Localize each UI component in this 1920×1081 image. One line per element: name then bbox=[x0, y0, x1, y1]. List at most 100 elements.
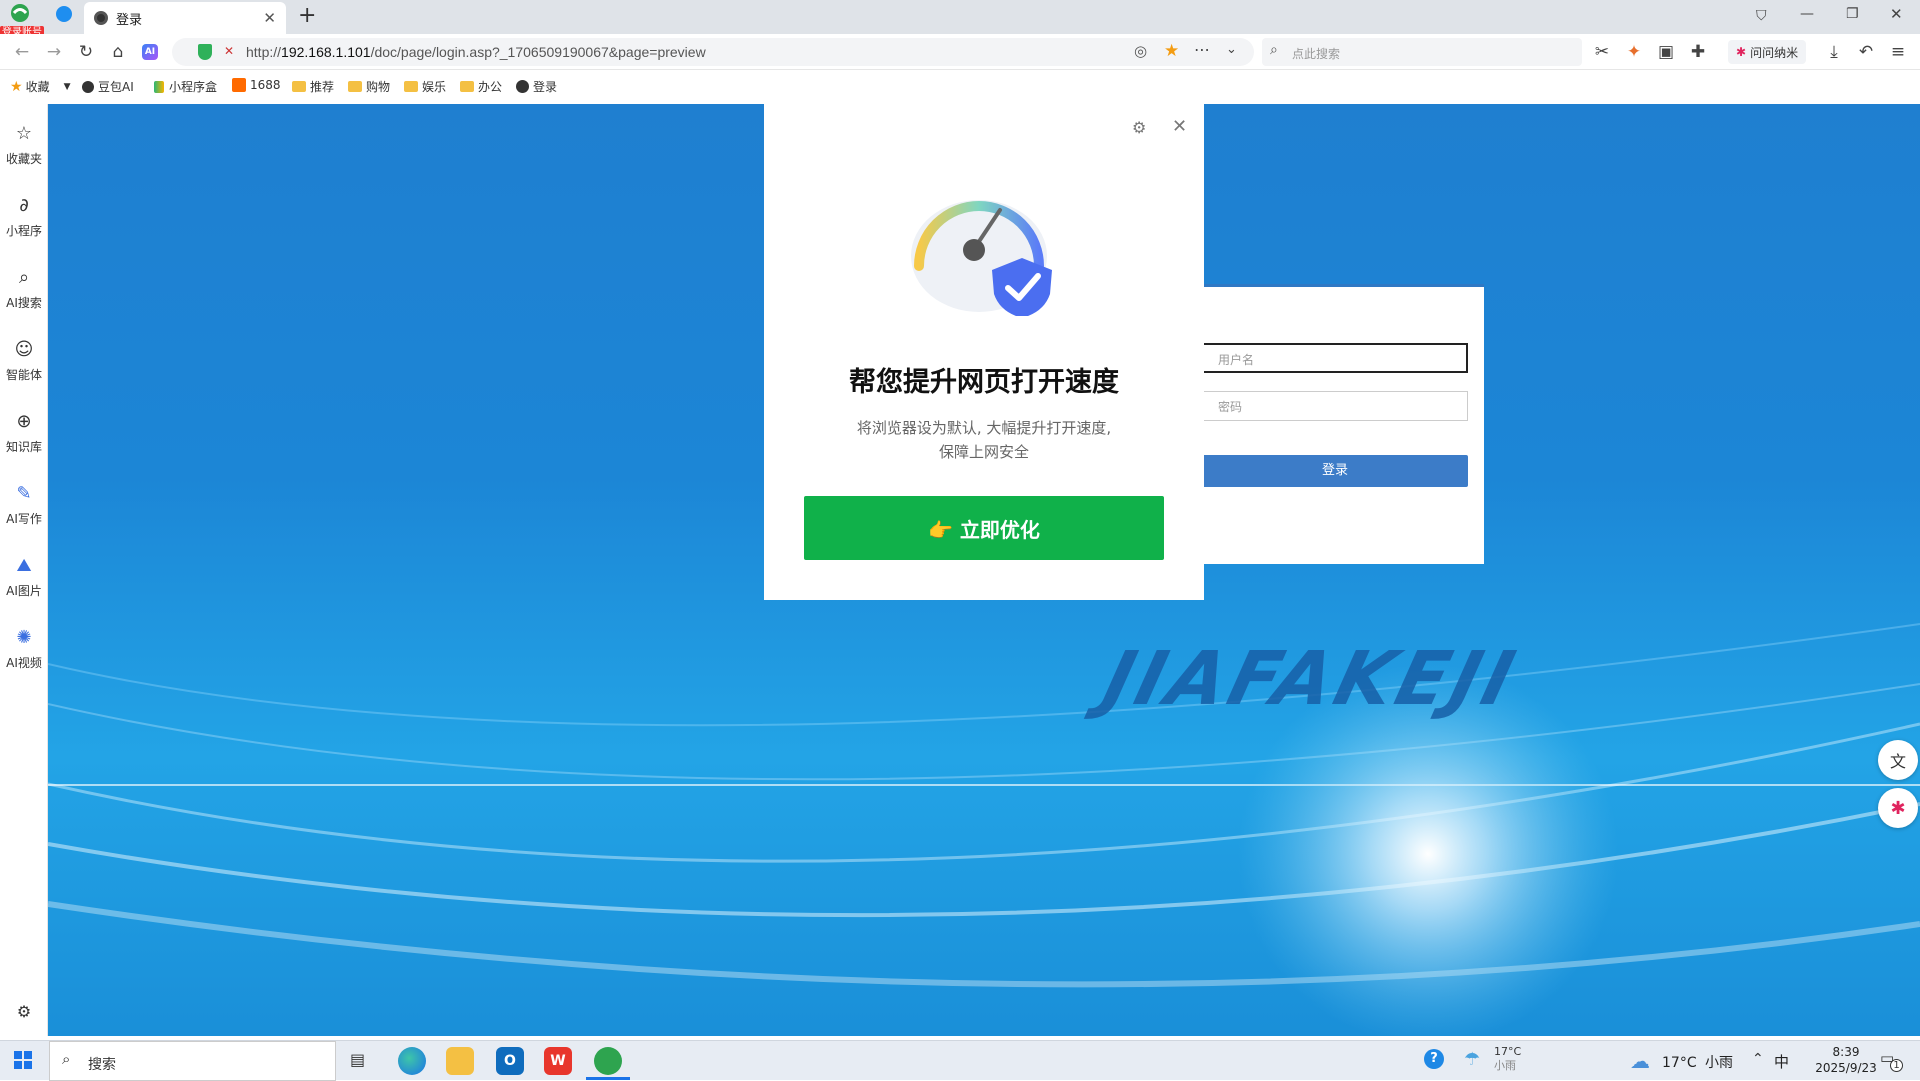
bookmark-label: 推荐 bbox=[310, 80, 335, 94]
browser-taskbar-icon[interactable] bbox=[594, 1047, 622, 1075]
more-icon[interactable]: ⋯ bbox=[1194, 40, 1210, 59]
bookmark-folder-shopping[interactable]: 购物 bbox=[348, 78, 390, 95]
bookmark-label: 登录 bbox=[533, 80, 558, 94]
bookmark-1688[interactable]: 1688 bbox=[232, 78, 281, 92]
extensions-icon[interactable]: ✚ bbox=[1686, 40, 1710, 64]
shield-icon[interactable] bbox=[198, 44, 212, 60]
speedometer-shield-icon bbox=[911, 200, 1052, 316]
clock-time: 8:39 bbox=[1832, 1045, 1860, 1059]
sidebar-item-agent[interactable]: ☺ 智能体 bbox=[0, 340, 48, 383]
url-scheme: http:// bbox=[246, 44, 282, 60]
windows-taskbar: ⌕ 搜索 ▤ O W ? ☂ 17°C 小雨 ☁ 17°C 小雨 ⌃ 中 8:3… bbox=[0, 1040, 1920, 1081]
weather-small-icon[interactable]: ☂ bbox=[1464, 1049, 1480, 1070]
username-placeholder: 用户名 bbox=[1218, 353, 1255, 367]
bookmark-miniapp[interactable]: 小程序盒 bbox=[154, 78, 217, 95]
sidebar-item-knowledge[interactable]: ⊕ 知识库 bbox=[0, 412, 48, 455]
reader-icon[interactable]: ▣ bbox=[1654, 40, 1678, 64]
sidebar-item-miniapp[interactable]: ∂ 小程序 bbox=[0, 196, 48, 239]
ai-icon[interactable]: AI bbox=[138, 40, 162, 64]
username-input[interactable]: 用户名 bbox=[1202, 343, 1468, 373]
folder-icon bbox=[460, 81, 474, 92]
bookmark-folder-entertainment[interactable]: 娱乐 bbox=[404, 78, 446, 95]
search-engine-input[interactable]: ⌕ 点此搜索 bbox=[1262, 38, 1582, 66]
tab-login[interactable]: 登录 ✕ bbox=[84, 2, 286, 34]
translate-button[interactable]: 文 bbox=[1878, 740, 1918, 780]
clock[interactable]: 8:39 2025/9/23 bbox=[1814, 1044, 1878, 1076]
refresh-icon[interactable]: ↻ bbox=[74, 40, 98, 64]
pinned-tab-icon[interactable] bbox=[56, 6, 72, 22]
back-icon[interactable]: ← bbox=[10, 40, 34, 64]
nami-assistant-button[interactable]: ✱ bbox=[1878, 788, 1918, 828]
dialog-settings-icon[interactable]: ⚙ bbox=[1132, 118, 1146, 137]
cloud-rain-icon[interactable]: ☁ bbox=[1630, 1049, 1650, 1073]
sidebar-item-label: 收藏夹 bbox=[5, 152, 42, 166]
location-icon[interactable]: ◎ bbox=[1134, 42, 1147, 60]
url-path: /doc/page/login.asp?_1706509190067&page=… bbox=[370, 44, 706, 60]
ime-indicator[interactable]: 中 bbox=[1774, 1051, 1789, 1072]
url-host: 192.168.1.101 bbox=[281, 44, 371, 60]
login-button[interactable]: 登录 bbox=[1202, 455, 1468, 487]
sidebar-item-label: AI图片 bbox=[6, 584, 42, 598]
sidebar-item-ai-image[interactable]: ⛰ AI图片 bbox=[0, 556, 48, 599]
optimize-now-button[interactable]: 👉 立即优化 bbox=[804, 496, 1164, 560]
bookmark-folder-recommend[interactable]: 推荐 bbox=[292, 78, 334, 95]
chevron-down-icon[interactable]: ⌄ bbox=[1226, 42, 1237, 57]
restore-icon[interactable]: ❐ bbox=[1846, 6, 1859, 22]
sidebar-item-label: AI写作 bbox=[6, 512, 42, 526]
close-window-icon[interactable]: ✕ bbox=[1890, 5, 1903, 23]
edge-icon[interactable] bbox=[398, 1047, 426, 1075]
close-tab-icon[interactable]: ✕ bbox=[263, 9, 276, 27]
tray-chevron-icon[interactable]: ⌃ bbox=[1752, 1051, 1764, 1067]
address-bar[interactable]: ✕ http://192.168.1.101/doc/page/login.as… bbox=[172, 38, 1254, 66]
home-icon[interactable]: ⌂ bbox=[106, 40, 130, 64]
bookmark-login[interactable]: 登录 bbox=[516, 78, 557, 95]
game-icon[interactable]: ✦ bbox=[1622, 40, 1646, 64]
search-placeholder: 点此搜索 bbox=[1292, 47, 1341, 61]
bot-icon: ☺ bbox=[14, 339, 34, 360]
bookmark-folder-office[interactable]: 办公 bbox=[460, 78, 502, 95]
bookmark-doubao[interactable]: 豆包AI bbox=[82, 78, 134, 95]
sidebar-item-ai-search[interactable]: ⌕ AI搜索 bbox=[0, 268, 48, 311]
dialog-description: 将浏览器设为默认, 大幅提升打开速度, 保障上网安全 bbox=[834, 416, 1134, 464]
folder-icon bbox=[292, 81, 306, 92]
task-view-icon[interactable]: ▤ bbox=[350, 1050, 365, 1069]
url-text[interactable]: http://192.168.1.101/doc/page/login.asp?… bbox=[246, 44, 706, 60]
bookmark-label: 办公 bbox=[478, 80, 503, 94]
bookmark-label: 购物 bbox=[366, 80, 391, 94]
bookmark-star-icon[interactable]: ★ bbox=[1164, 41, 1179, 61]
download-icon[interactable]: ⤓ bbox=[1822, 40, 1846, 64]
search-icon: ⌕ bbox=[18, 267, 30, 288]
file-explorer-icon[interactable] bbox=[446, 1047, 474, 1075]
password-input[interactable]: 密码 bbox=[1202, 391, 1468, 421]
browser-logo-icon[interactable] bbox=[6, 3, 34, 27]
help-icon[interactable]: ? bbox=[1424, 1049, 1444, 1069]
sidebar-item-favorites[interactable]: ☆ 收藏夹 bbox=[0, 124, 48, 167]
weather-widget[interactable]: 17°C 小雨 bbox=[1662, 1052, 1733, 1072]
search-icon: ⌕ bbox=[1270, 42, 1278, 58]
sidebar-item-ai-write[interactable]: ✎ AI写作 bbox=[0, 484, 48, 527]
company-watermark: JIAFAKEJI bbox=[1095, 636, 1527, 722]
dialog-close-icon[interactable]: ✕ bbox=[1172, 116, 1187, 137]
windows-start-icon[interactable] bbox=[14, 1051, 32, 1069]
settings-icon[interactable]: ⚙ bbox=[0, 1002, 48, 1021]
scissors-icon[interactable]: ✂ bbox=[1590, 40, 1614, 64]
star-icon: ★ bbox=[10, 78, 23, 95]
weather-small-temp: 17°C bbox=[1494, 1045, 1522, 1058]
bookmark-label: 豆包AI bbox=[98, 80, 134, 94]
taskbar-search-input[interactable]: ⌕ 搜索 bbox=[49, 1041, 336, 1081]
minimize-icon[interactable]: — bbox=[1800, 6, 1814, 22]
menu-icon[interactable]: ≡ bbox=[1886, 40, 1910, 64]
tshirt-skin-icon[interactable]: ⛉ bbox=[1756, 8, 1767, 24]
undo-icon[interactable]: ↶ bbox=[1854, 40, 1878, 64]
forward-icon[interactable]: → bbox=[42, 40, 66, 64]
insecure-icon[interactable]: ✕ bbox=[224, 44, 234, 58]
wenwen-button[interactable]: ✱ 问问纳米 bbox=[1728, 40, 1807, 64]
sidebar-item-ai-video[interactable]: ✺ AI视频 bbox=[0, 628, 48, 671]
new-tab-button[interactable]: + bbox=[298, 3, 316, 28]
bookmark-favorites[interactable]: ★ 收藏 ▼ bbox=[10, 78, 71, 95]
notification-icon[interactable]: ▭ 1 bbox=[1880, 1049, 1903, 1072]
weather-small-widget[interactable]: 17°C 小雨 bbox=[1494, 1045, 1521, 1073]
login-form: 用户名 密码 登录 bbox=[1202, 284, 1484, 564]
outlook-icon[interactable]: O bbox=[496, 1047, 524, 1075]
wps-icon[interactable]: W bbox=[544, 1047, 572, 1075]
